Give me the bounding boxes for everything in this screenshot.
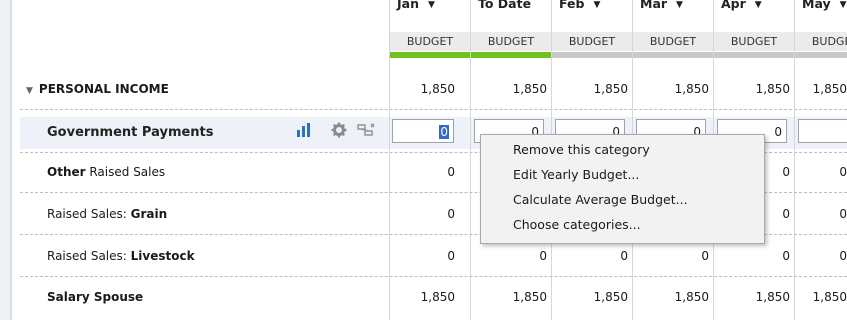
row-divider (20, 109, 847, 110)
budget-label: BUDGET (470, 32, 551, 51)
context-menu[interactable]: Remove this category Edit Yearly Budget.… (480, 134, 765, 244)
budget-cell[interactable]: 1,850 (513, 290, 547, 304)
menu-item-edit-yearly-budget[interactable]: Edit Yearly Budget... (513, 163, 639, 187)
budget-cell[interactable]: 0 (447, 165, 455, 179)
jan-budget-input[interactable]: 0 (392, 119, 454, 143)
table-row[interactable]: Salary Spouse 1,850 1,850 1,850 1,850 1,850 1,… (12, 278, 847, 316)
bar-chart-icon[interactable] (296, 123, 312, 137)
budget-cell[interactable]: 0 (539, 249, 547, 263)
dropdown-arrow-icon[interactable]: ▼ (593, 0, 600, 10)
column-header-3[interactable]: Feb ▼ BUDGET (551, 0, 632, 52)
budget-cell[interactable]: 1,850 (421, 82, 455, 96)
dropdown-arrow-icon[interactable]: ▼ (428, 0, 435, 10)
column-header-6[interactable]: May▼ BUDGET (794, 0, 847, 52)
budget-label: BUDGET (794, 32, 847, 51)
budget-cell[interactable]: 0 (782, 249, 790, 263)
budget-cell[interactable]: 0 (447, 249, 455, 263)
budget-cell[interactable]: 1,850 (421, 290, 455, 304)
budget-label: BUDGET (632, 32, 713, 51)
dropdown-arrow-icon[interactable]: ▼ (755, 0, 762, 10)
dropdown-arrow-icon[interactable]: ▼ (840, 0, 847, 10)
budget-label: BUDGET (551, 32, 632, 51)
menu-item-remove-category[interactable]: Remove this category (513, 138, 650, 162)
month-label: Apr ▼ (721, 0, 762, 11)
column-header-1[interactable]: Jan ▼ BUDGET (389, 0, 470, 52)
row-divider (20, 276, 847, 277)
column-separator (389, 0, 390, 320)
budget-cell[interactable]: 0 (620, 249, 628, 263)
budget-cell[interactable]: 0 (782, 165, 790, 179)
budget-label: BUDGET (389, 32, 470, 51)
budget-cell[interactable]: 1,850 (513, 82, 547, 96)
month-label: To Date (478, 0, 532, 11)
column-header-2: To Date BUDGET (470, 0, 551, 52)
jan-budget-value: 0 (439, 125, 449, 139)
budget-cell[interactable]: 0 (447, 207, 455, 221)
budget-cell[interactable]: 1,850 (813, 82, 847, 96)
budget-cell[interactable]: 1,850 (675, 82, 709, 96)
budget-cell[interactable]: 0 (839, 249, 847, 263)
menu-item-choose-categories[interactable]: Choose categories... (513, 213, 641, 237)
column-header-4[interactable]: Mar ▼ BUDGET (632, 0, 713, 52)
budget-cell[interactable]: 1,850 (756, 82, 790, 96)
budget-label: BUDGET (713, 32, 794, 51)
month-label: May ▼ (802, 0, 847, 11)
budget-cell[interactable]: 1,850 (813, 290, 847, 304)
budget-cell[interactable]: 1,850 (675, 290, 709, 304)
budget-cell[interactable]: 0 (701, 249, 709, 263)
government-payments-label: Government Payments (47, 125, 214, 140)
column-header-5[interactable]: Apr ▼ BUDGET (713, 0, 794, 52)
link-icon[interactable] (357, 123, 375, 137)
section-personal-income[interactable]: ▼ PERSONAL INCOME 1,850 1,850 1,850 1,850 1,8… (12, 70, 847, 108)
budget-cell[interactable]: 1,850 (594, 82, 628, 96)
column-separator (470, 0, 471, 320)
menu-item-calculate-average-budget[interactable]: Calculate Average Budget... (513, 188, 688, 212)
budget-cell[interactable]: 0 (782, 207, 790, 221)
column-separator (794, 0, 795, 320)
dropdown-arrow-icon[interactable]: ▼ (676, 0, 683, 10)
budget-input[interactable]: 0 (798, 119, 847, 143)
month-label: Jan ▼ (397, 0, 435, 11)
budget-cell[interactable]: 1,850 (756, 290, 790, 304)
month-label: Feb ▼ (559, 0, 601, 11)
month-label: Mar ▼ (640, 0, 683, 11)
future-months-bar (551, 52, 847, 58)
budget-cell[interactable]: 0 (839, 207, 847, 221)
budget-cell[interactable]: 0 (839, 165, 847, 179)
gear-icon[interactable] (331, 122, 347, 138)
budget-cell[interactable]: 1,850 (594, 290, 628, 304)
